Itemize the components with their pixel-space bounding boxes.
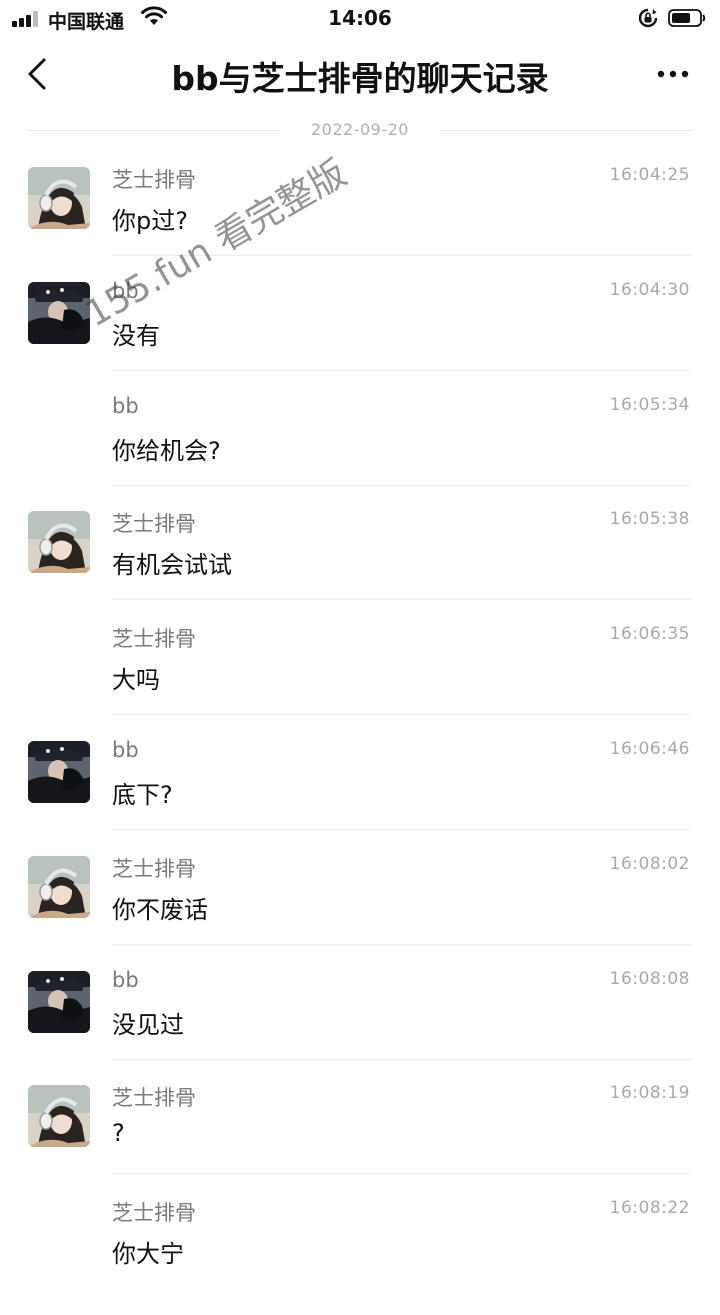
- message-time: 16:08:08: [609, 969, 690, 989]
- more-options-button[interactable]: [652, 60, 696, 88]
- message-text: 底下?: [112, 781, 173, 809]
- status-time: 14:06: [328, 6, 392, 30]
- message-divider: [112, 944, 692, 945]
- date-divider: 2022-09-20: [28, 120, 692, 142]
- message-sender: 芝士排骨: [112, 168, 196, 192]
- message-time: 16:08:02: [609, 854, 690, 874]
- message-divider: [112, 829, 692, 830]
- message-time: 16:06:46: [609, 739, 690, 759]
- message-text: 你大宁: [112, 1240, 184, 1268]
- avatar[interactable]: [28, 741, 90, 803]
- message-text: 你p过?: [112, 207, 188, 235]
- message-item[interactable]: 芝士排骨 16:08:02 你不废话: [0, 854, 720, 971]
- message-item[interactable]: 芝士排骨 16:05:38 有机会试试: [0, 509, 720, 626]
- message-text: 没有: [112, 322, 160, 350]
- avatar[interactable]: [28, 1085, 90, 1147]
- navigation-bar: bb与芝士排骨的聊天记录: [0, 38, 720, 112]
- status-bar: 中国联通 14:06: [0, 0, 720, 38]
- avatar[interactable]: [28, 167, 90, 229]
- message-sender: bb: [112, 738, 139, 762]
- message-sender: 芝士排骨: [112, 857, 196, 881]
- message-sender: 芝士排骨: [112, 512, 196, 536]
- avatar[interactable]: [28, 282, 90, 344]
- orientation-lock-icon: [637, 7, 659, 29]
- avatar[interactable]: [28, 971, 90, 1033]
- message-divider: [112, 714, 692, 715]
- more-dots-icon: [657, 70, 689, 78]
- message-time: 16:05:34: [609, 395, 690, 415]
- message-text: 你给机会?: [112, 437, 221, 465]
- message-time: 16:08:22: [609, 1198, 690, 1218]
- message-text: 有机会试试: [112, 551, 232, 579]
- message-divider: [112, 599, 692, 600]
- message-divider: [112, 485, 692, 486]
- message-divider: [112, 1059, 692, 1060]
- message-text: ?: [112, 1119, 125, 1147]
- message-item[interactable]: 芝士排骨 16:04:25 你p过?: [0, 165, 720, 282]
- message-item[interactable]: 芝士排骨 16:06:35 大吗: [0, 624, 720, 741]
- message-item[interactable]: bb 16:05:34 你给机会?: [0, 394, 720, 512]
- message-time: 16:04:25: [609, 165, 690, 185]
- message-item[interactable]: bb 16:08:08 没见过: [0, 968, 720, 1086]
- divider-line: [440, 130, 692, 131]
- divider-line: [28, 130, 280, 131]
- message-time: 16:06:35: [609, 624, 690, 644]
- message-sender: 芝士排骨: [112, 1086, 196, 1110]
- message-item[interactable]: bb 16:04:30 没有: [0, 279, 720, 397]
- message-divider: [112, 1173, 692, 1174]
- message-text: 没见过: [112, 1011, 184, 1039]
- date-label: 2022-09-20: [311, 120, 409, 139]
- message-sender: bb: [112, 968, 139, 992]
- message-text: 大吗: [112, 666, 160, 694]
- chevron-left-icon: [28, 58, 46, 90]
- message-item[interactable]: 芝士排骨 16:08:19?: [0, 1083, 720, 1200]
- message-item[interactable]: 芝士排骨 16:08:22 你大宁: [0, 1198, 720, 1315]
- message-divider: [112, 370, 692, 371]
- battery-icon: [668, 9, 706, 27]
- back-button[interactable]: [18, 52, 58, 96]
- page-title: bb与芝士排骨的聊天记录: [171, 59, 549, 98]
- message-sender: 芝士排骨: [112, 1201, 196, 1225]
- message-time: 16:05:38: [609, 509, 690, 529]
- message-text: 你不废话: [112, 896, 208, 924]
- message-time: 16:04:30: [609, 280, 690, 300]
- message-sender: bb: [112, 394, 139, 418]
- message-time: 16:08:19: [609, 1083, 690, 1103]
- avatar[interactable]: [28, 511, 90, 573]
- message-sender: 芝士排骨: [112, 627, 196, 651]
- avatar[interactable]: [28, 856, 90, 918]
- message-divider: [112, 255, 692, 256]
- message-sender: bb: [112, 279, 139, 303]
- message-item[interactable]: bb 16:06:46 底下?: [0, 738, 720, 856]
